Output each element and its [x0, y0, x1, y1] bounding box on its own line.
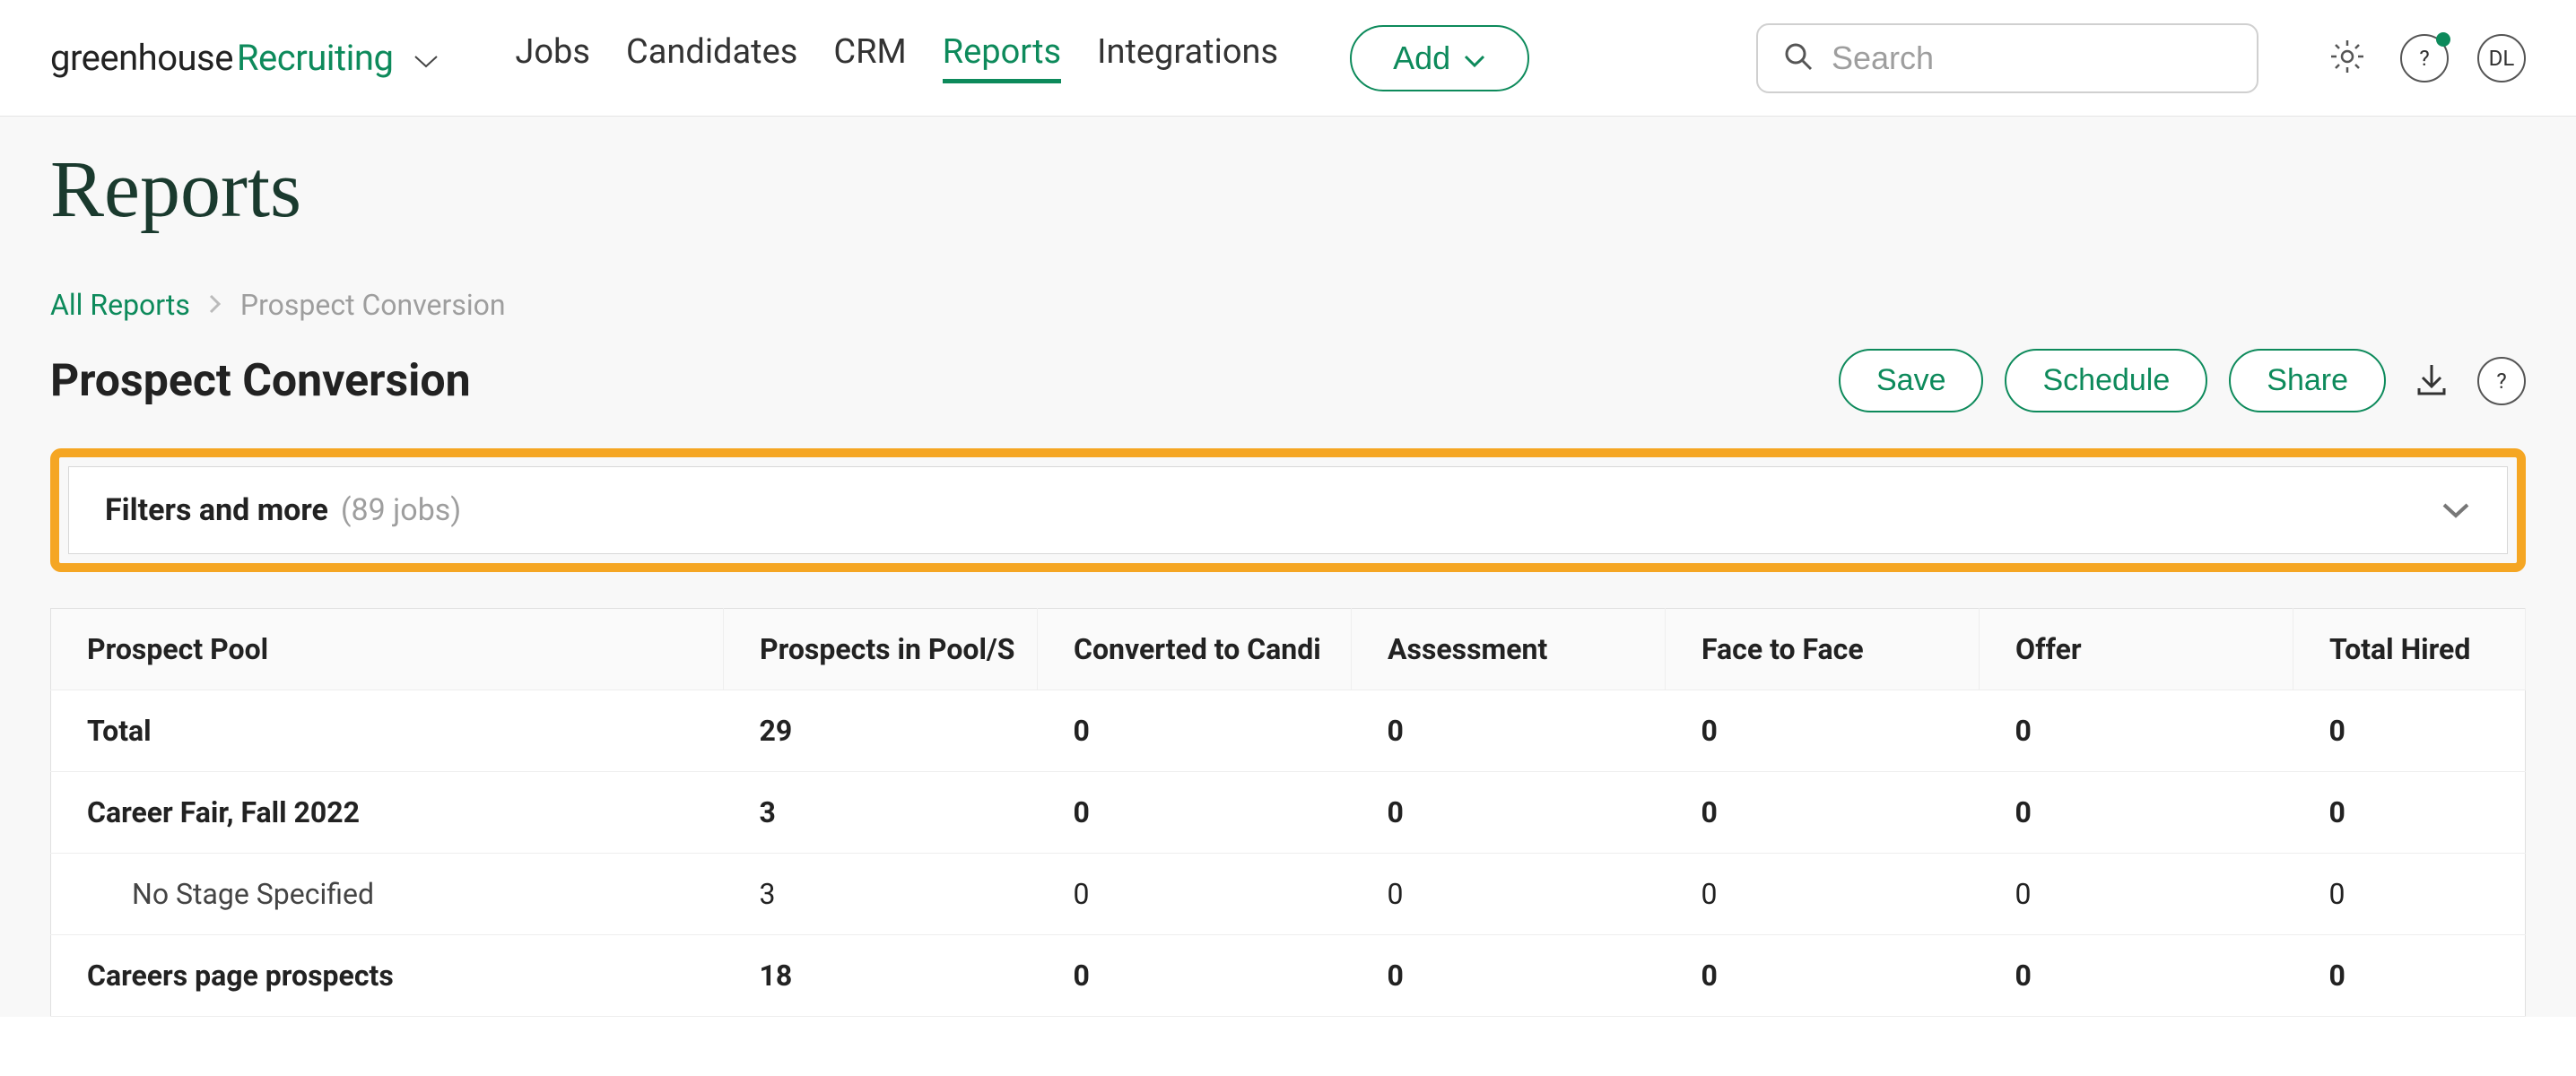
- nav-candidates[interactable]: Candidates: [626, 32, 797, 83]
- col-total-hired[interactable]: Total Hired: [2293, 609, 2526, 690]
- avatar-initials: DL: [2477, 34, 2526, 82]
- page-body: Reports All Reports Prospect Conversion …: [0, 117, 2576, 1017]
- col-face-to-face[interactable]: Face to Face: [1666, 609, 1980, 690]
- col-prospects-in-pool[interactable]: Prospects in Pool/S: [724, 609, 1038, 690]
- cell-value: 0: [1980, 935, 2293, 1017]
- chevron-down-icon: [2441, 492, 2471, 528]
- col-converted[interactable]: Converted to Candi: [1038, 609, 1352, 690]
- breadcrumb-root[interactable]: All Reports: [50, 288, 190, 322]
- cell-value: 0: [1666, 690, 1980, 772]
- cell-value: 3: [724, 854, 1038, 935]
- add-button[interactable]: Add: [1350, 25, 1529, 91]
- page-title: Reports: [50, 143, 2526, 236]
- nav-integrations[interactable]: Integrations: [1097, 32, 1278, 83]
- cell-label: No Stage Specified: [51, 854, 724, 935]
- col-prospect-pool[interactable]: Prospect Pool: [51, 609, 724, 690]
- help-button[interactable]: ?: [2400, 34, 2449, 82]
- cell-value: 0: [1666, 772, 1980, 854]
- cell-value: 0: [1666, 935, 1980, 1017]
- brand-part1: greenhouse: [50, 37, 233, 79]
- cell-value: 0: [1666, 854, 1980, 935]
- search-icon: [1783, 41, 1814, 75]
- table-row: Career Fair, Fall 2022 3 0 0 0 0 0: [51, 772, 2526, 854]
- report-header-row: Prospect Conversion Save Schedule Share …: [50, 349, 2526, 412]
- cell-label: Career Fair, Fall 2022: [51, 772, 724, 854]
- col-assessment[interactable]: Assessment: [1352, 609, 1666, 690]
- cell-value: 0: [1980, 772, 2293, 854]
- search-input[interactable]: [1832, 39, 2249, 77]
- cell-value: 0: [2293, 772, 2526, 854]
- download-button[interactable]: [2407, 357, 2456, 405]
- share-button[interactable]: Share: [2229, 349, 2386, 412]
- cell-value: 0: [1352, 772, 1666, 854]
- cell-value: 0: [1038, 772, 1352, 854]
- search-field[interactable]: [1756, 23, 2258, 93]
- gear-icon: [2328, 37, 2367, 80]
- chevron-right-icon: [208, 288, 222, 322]
- cell-value: 3: [724, 772, 1038, 854]
- table-header-row: Prospect Pool Prospects in Pool/S Conver…: [51, 609, 2526, 690]
- cell-value: 18: [724, 935, 1038, 1017]
- cell-value: 0: [2293, 935, 2526, 1017]
- primary-nav: Jobs Candidates CRM Reports Integrations: [515, 32, 1278, 83]
- report-title: Prospect Conversion: [50, 355, 471, 407]
- cell-value: 0: [1038, 854, 1352, 935]
- filters-label: Filters and more: [105, 492, 328, 528]
- report-table: Prospect Pool Prospects in Pool/S Conver…: [50, 608, 2526, 1017]
- cell-value: 0: [1038, 690, 1352, 772]
- header-icon-row: ? DL: [2323, 34, 2526, 82]
- help-icon: ?: [2477, 357, 2526, 405]
- nav-reports[interactable]: Reports: [943, 32, 1061, 83]
- settings-button[interactable]: [2323, 34, 2371, 82]
- save-button[interactable]: Save: [1839, 349, 1984, 412]
- cell-value: 0: [1980, 690, 2293, 772]
- cell-value: 0: [1038, 935, 1352, 1017]
- cell-value: 0: [2293, 854, 2526, 935]
- schedule-button[interactable]: Schedule: [2005, 349, 2207, 412]
- table-row: No Stage Specified 3 0 0 0 0 0: [51, 854, 2526, 935]
- cell-label: Careers page prospects: [51, 935, 724, 1017]
- filters-highlight-box: Filters and more (89 jobs): [50, 448, 2526, 572]
- cell-value: 0: [2293, 690, 2526, 772]
- brand-logo[interactable]: greenhouse Recruiting: [50, 37, 439, 79]
- chevron-down-icon[interactable]: [413, 52, 439, 70]
- breadcrumb-current: Prospect Conversion: [240, 288, 506, 322]
- filters-count: (89 jobs): [341, 492, 461, 528]
- top-navigation: greenhouse Recruiting Jobs Candidates CR…: [0, 0, 2576, 117]
- breadcrumb: All Reports Prospect Conversion: [50, 288, 2526, 322]
- chevron-down-icon: [1463, 39, 1486, 77]
- nav-jobs[interactable]: Jobs: [515, 32, 590, 83]
- report-help-button[interactable]: ?: [2477, 357, 2526, 405]
- col-offer[interactable]: Offer: [1980, 609, 2293, 690]
- cell-value: 0: [1980, 854, 2293, 935]
- cell-value: 29: [724, 690, 1038, 772]
- nav-crm[interactable]: CRM: [833, 32, 906, 83]
- table-row: Total 29 0 0 0 0 0: [51, 690, 2526, 772]
- user-avatar[interactable]: DL: [2477, 34, 2526, 82]
- filters-toggle[interactable]: Filters and more (89 jobs): [68, 466, 2508, 554]
- cell-value: 0: [1352, 854, 1666, 935]
- table-row: Careers page prospects 18 0 0 0 0 0: [51, 935, 2526, 1017]
- report-actions: Save Schedule Share ?: [1839, 349, 2526, 412]
- cell-value: 0: [1352, 935, 1666, 1017]
- cell-label: Total: [51, 690, 724, 772]
- download-icon: [2414, 361, 2450, 401]
- add-button-label: Add: [1393, 39, 1450, 77]
- cell-value: 0: [1352, 690, 1666, 772]
- notification-dot-icon: [2436, 32, 2450, 47]
- brand-part2: Recruiting: [237, 37, 394, 79]
